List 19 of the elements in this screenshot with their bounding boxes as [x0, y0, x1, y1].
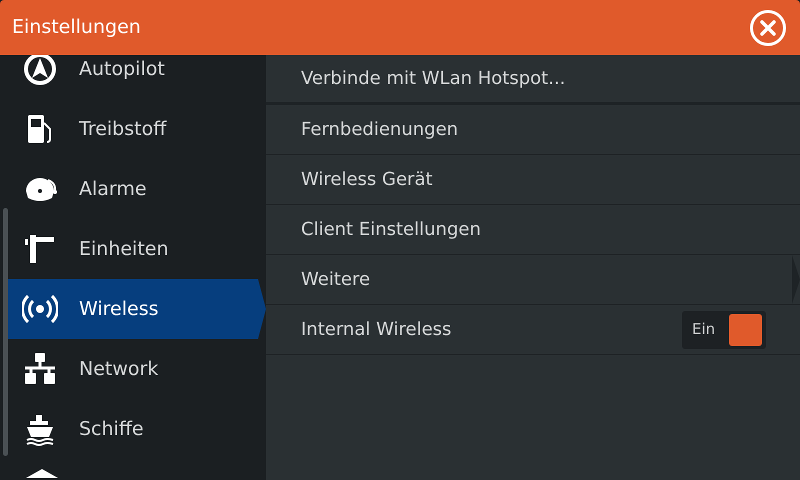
toggle-switch[interactable]: Ein	[682, 310, 766, 348]
menu-item[interactable]: Internal Wireless	[301, 316, 452, 343]
sidebar-item[interactable]: Wireless	[8, 279, 266, 339]
network-icon	[22, 351, 58, 387]
sidebar-item[interactable]: Autopilot	[0, 55, 258, 99]
compass-icon	[22, 55, 58, 87]
close-icon	[759, 18, 777, 36]
window-title: Einstellungen	[11, 15, 141, 40]
menu-item[interactable]: Verbinde mit WLan Hotspot...	[301, 65, 566, 92]
menu-item[interactable]: Weitere	[301, 266, 370, 293]
menu-item[interactable]: Fernbedienungen	[301, 116, 458, 143]
sidebar-item[interactable]: Network	[0, 339, 258, 399]
close-button[interactable]	[750, 10, 786, 46]
sidebar-item[interactable]: Treibstoff	[0, 99, 258, 159]
sidebar-item[interactable]: Alarme	[0, 159, 258, 219]
menu-item[interactable]: Wireless Gerät	[301, 166, 433, 193]
sidebar-item[interactable]: Einheiten	[0, 219, 258, 279]
menu-item[interactable]: Client Einstellungen	[301, 216, 481, 243]
sidebar-item[interactable]: Schiffe	[0, 399, 258, 459]
